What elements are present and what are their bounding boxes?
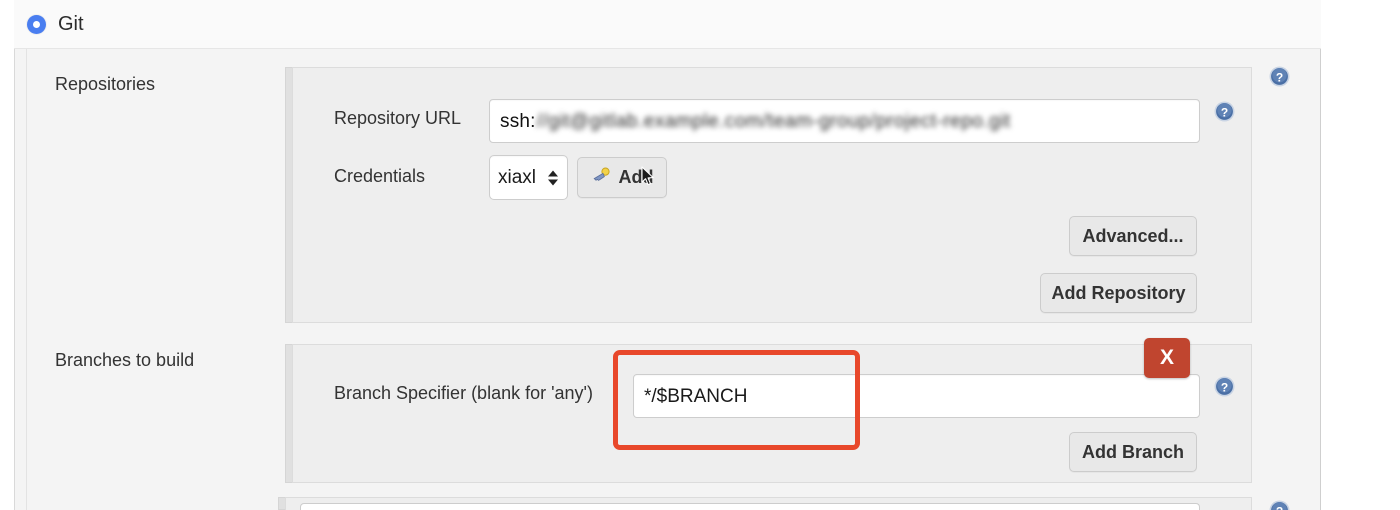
annotation-highlight-box [613,350,860,450]
field-label-repository-url: Repository URL [334,108,462,128]
repository-block-handle[interactable] [285,67,292,323]
svg-text:?: ? [1276,504,1283,510]
repository-url-value: ssh://git@gitlab.example.com/team-group/… [500,112,1011,131]
left-divider-rule [26,0,27,510]
scm-selection-row: Git [14,0,1321,49]
section-label-branches-to-build: Branches to build [55,350,195,370]
next-block-input[interactable] [300,503,1200,510]
chevron-up-icon [548,170,558,176]
repository-url-input[interactable]: ssh://git@gitlab.example.com/team-group/… [489,99,1200,143]
help-icon-next-section[interactable]: ? [1269,500,1290,510]
field-label-branch-specifier: Branch Specifier (blank for 'any') [334,383,593,403]
add-repository-button[interactable]: Add Repository [1040,273,1197,313]
help-icon-repositories-section[interactable]: ? [1269,66,1290,87]
chevron-down-icon [548,179,558,185]
svg-text:?: ? [1221,105,1228,119]
add-credentials-button[interactable]: Add [577,157,667,198]
branch-block-handle[interactable] [285,344,292,483]
add-repository-button-label: Add Repository [1051,282,1186,303]
field-label-credentials: Credentials [334,166,426,186]
key-icon [591,167,611,188]
repository-url-redacted-remainder: //git@gitlab.example.com/team-group/proj… [536,110,1011,132]
section-label-repositories: Repositories [55,74,156,94]
advanced-button-label: Advanced... [1082,225,1184,246]
svg-text:?: ? [1221,380,1228,394]
advanced-button[interactable]: Advanced... [1069,216,1197,256]
credentials-select[interactable]: xiaxl [489,155,568,200]
help-icon-branch-specifier[interactable]: ? [1214,376,1235,397]
annotation-badge-x: X [1144,338,1190,378]
radio-git[interactable] [27,15,46,34]
add-branch-button-label: Add Branch [1081,441,1184,462]
credentials-selected-value: xiaxl [498,166,537,188]
add-branch-button[interactable]: Add Branch [1069,432,1197,472]
repository-url-visible-prefix: ssh: [500,110,536,132]
jenkins-scm-config-page: Git Repositories Repository URL ssh://gi… [0,0,1400,510]
svg-text:?: ? [1276,70,1283,84]
scm-option-label-git: Git [58,13,84,35]
add-credentials-label: Add [618,167,654,187]
select-spinner-arrows[interactable] [548,170,558,185]
next-block-handle[interactable] [278,497,285,510]
help-icon-repository-url[interactable]: ? [1214,101,1235,122]
